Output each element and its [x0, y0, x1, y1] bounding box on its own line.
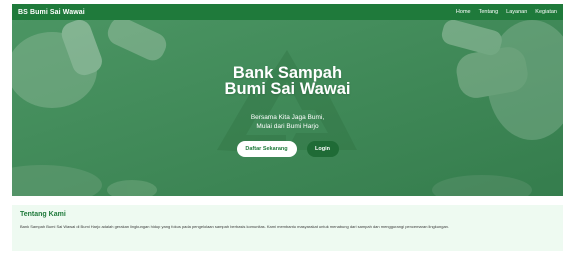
- hero-title: Bank Sampah Bumi Sai Wawai: [224, 64, 351, 98]
- hero-title-line1: Bank Sampah: [232, 64, 343, 82]
- about-section: Tentang Kami Bank Sampah Bumi Sai Wawai …: [12, 205, 563, 251]
- nav-tentang[interactable]: Tentang: [479, 9, 499, 15]
- hero-content: Bank Sampah Bumi Sai Wawai Bersama Kita …: [12, 20, 563, 196]
- hero-section: Bank Sampah Bumi Sai Wawai Bersama Kita …: [12, 20, 563, 196]
- about-title: Tentang Kami: [20, 211, 66, 218]
- page: BS Bumi Sai Wawai Home Tentang Layanan K…: [0, 0, 563, 259]
- hero-title-line2: Bumi Sai Wawai: [224, 80, 351, 98]
- hero-subtitle-line1: Bersama Kita Jaga Bumi,: [250, 114, 325, 121]
- about-text: Bank Sampah Bumi Sai Wawai di Bumi Harjo…: [20, 224, 449, 229]
- nav-kegiatan[interactable]: Kegiatan: [535, 9, 557, 15]
- hero-subtitle: Bersama Kita Jaga Bumi, Mulai dari Bumi …: [251, 113, 324, 131]
- navbar: BS Bumi Sai Wawai Home Tentang Layanan K…: [12, 4, 563, 20]
- hero-buttons: Daftar Sekarang Login: [236, 141, 339, 157]
- brand-logo[interactable]: BS Bumi Sai Wawai: [18, 9, 85, 16]
- login-button[interactable]: Login: [306, 141, 339, 157]
- nav-layanan[interactable]: Layanan: [506, 9, 527, 15]
- nav-links: Home Tentang Layanan Kegiatan: [456, 9, 557, 15]
- register-button[interactable]: Daftar Sekarang: [236, 141, 297, 157]
- nav-home[interactable]: Home: [456, 9, 471, 15]
- hero-subtitle-line2: Mulai dari Bumi Harjo: [256, 123, 319, 130]
